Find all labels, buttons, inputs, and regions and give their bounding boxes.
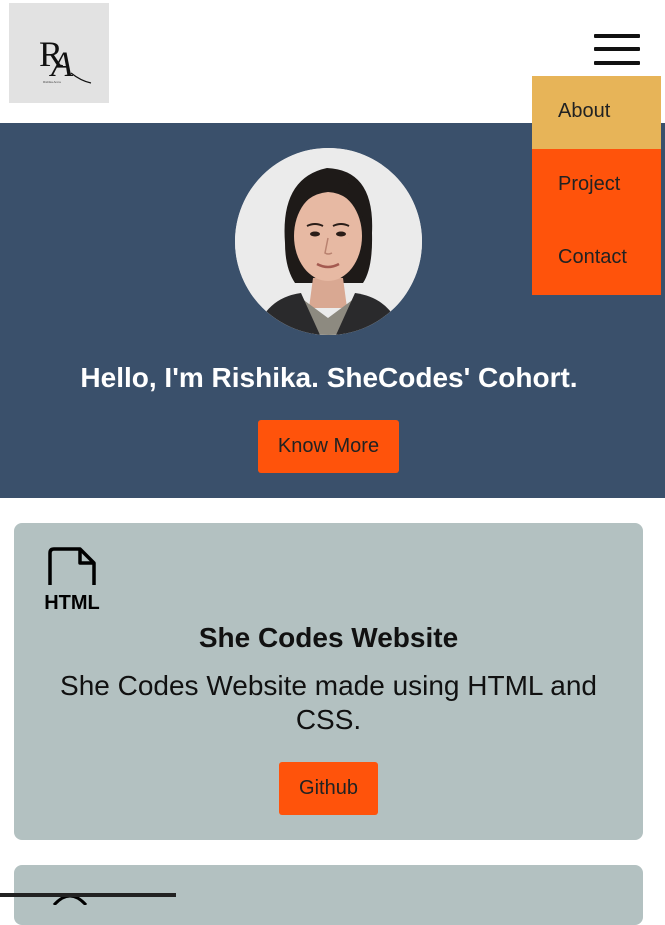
svg-text:A: A bbox=[49, 44, 74, 84]
logo-tagline: Rishika Arora bbox=[43, 80, 61, 84]
know-more-button[interactable]: Know More bbox=[258, 420, 399, 473]
menu-item-label: About bbox=[558, 100, 611, 122]
menu-item-about[interactable]: About bbox=[532, 76, 661, 149]
project-title: She Codes Website bbox=[198, 622, 459, 653]
hamburger-menu-icon[interactable] bbox=[592, 32, 642, 68]
html-icon-label: HTML bbox=[44, 592, 100, 613]
github-button[interactable]: Github bbox=[279, 762, 378, 815]
menu-item-label: Contact bbox=[558, 246, 627, 268]
project-description: She Codes Website made using HTML and CS… bbox=[60, 670, 597, 735]
horizontal-scrollbar[interactable] bbox=[0, 893, 176, 897]
hero-title: Hello, I'm Rishika. SheCodes' Cohort. bbox=[80, 362, 578, 393]
menu-item-contact[interactable]: Contact bbox=[532, 222, 661, 295]
dropdown-menu: About Project Contact bbox=[532, 76, 661, 295]
logo[interactable]: R A Rishika Arora bbox=[9, 3, 109, 103]
profile-photo bbox=[235, 148, 422, 335]
html-file-icon: HTML bbox=[44, 547, 100, 613]
menu-item-project[interactable]: Project bbox=[532, 149, 661, 222]
project-card: HTML She Codes Website She Codes Website… bbox=[14, 523, 643, 840]
menu-item-label: Project bbox=[558, 173, 621, 195]
logo-mark: R A Rishika Arora bbox=[39, 34, 92, 84]
